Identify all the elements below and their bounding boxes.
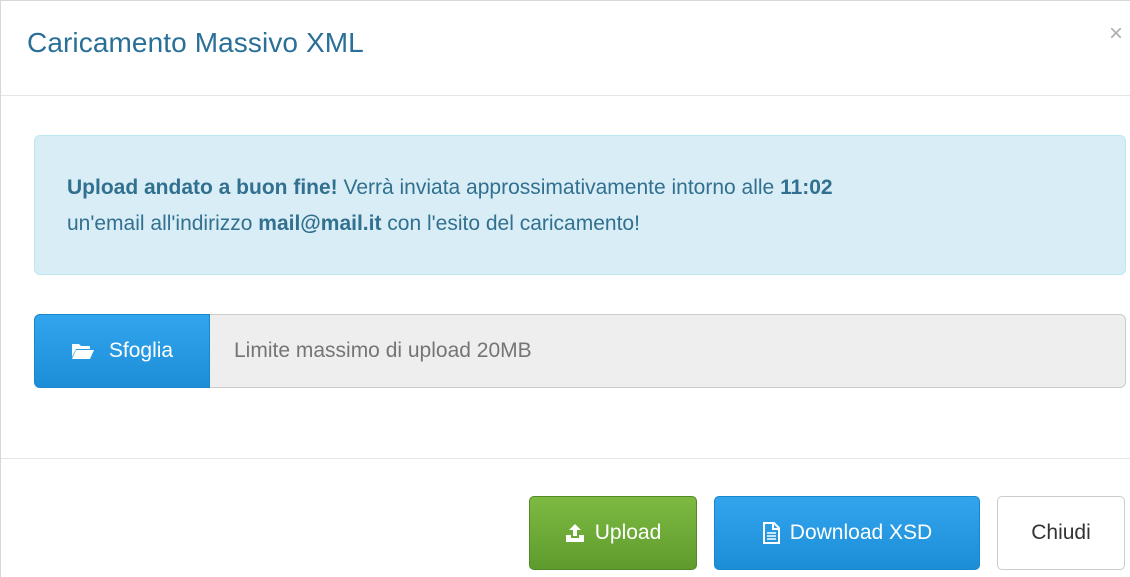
modal-title: Caricamento Massivo XML (27, 27, 364, 58)
alert-time: 11:02 (780, 176, 833, 199)
success-alert: Upload andato a buon fine! Verrà inviata… (34, 135, 1126, 275)
download-xsd-button[interactable]: Download XSD (714, 496, 980, 570)
alert-text-1: Verrà inviata approssimativamente intorn… (337, 176, 781, 199)
upload-icon (565, 523, 585, 543)
upload-button[interactable]: Upload (529, 496, 697, 570)
folder-open-icon (71, 342, 95, 360)
alert-text-3: con l'esito del caricamento! (381, 212, 640, 235)
alert-email: mail@mail.it (258, 212, 382, 235)
file-upload-group: Sfoglia (34, 314, 1126, 388)
close-button[interactable]: Chiudi (997, 496, 1125, 570)
browse-button[interactable]: Sfoglia (34, 314, 210, 388)
upload-label: Upload (594, 521, 662, 544)
file-path-input[interactable] (210, 314, 1126, 388)
close-label: Chiudi (1031, 521, 1091, 544)
alert-strong-intro: Upload andato a buon fine! (67, 176, 338, 199)
file-icon (762, 522, 780, 544)
modal-header: Caricamento Massivo XML × (1, 1, 1130, 96)
modal-footer: Upload Download XSD Chiudi (1, 458, 1130, 577)
download-xsd-label: Download XSD (789, 521, 933, 544)
browse-label: Sfoglia (108, 339, 174, 362)
alert-text-2: un'email all'indirizzo (67, 212, 259, 235)
close-icon[interactable]: × (1109, 21, 1130, 47)
upload-modal: Caricamento Massivo XML × Upload andato … (0, 0, 1130, 577)
